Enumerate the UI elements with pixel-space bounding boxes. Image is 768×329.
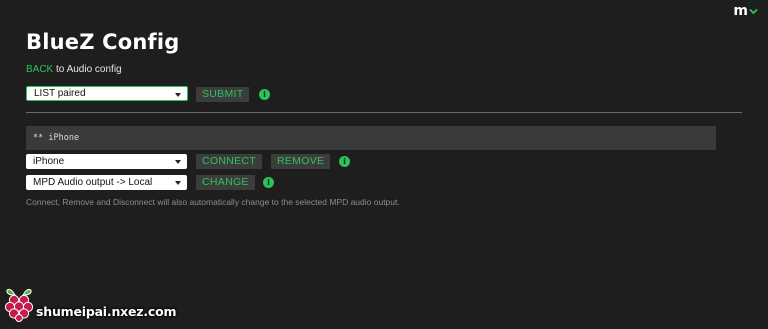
back-link[interactable]: BACK: [26, 64, 53, 75]
back-link-suffix: to Audio config: [53, 64, 122, 75]
app-logo[interactable]: m: [733, 4, 758, 18]
device-header: ** iPhone: [26, 126, 716, 150]
audio-output-select-value: MPD Audio output -> Local: [33, 177, 153, 188]
help-text: Connect, Remove and Disconnect will also…: [26, 197, 400, 207]
watermark-text: shumeipai.nxez.com: [36, 303, 177, 319]
divider: [26, 112, 742, 113]
back-line: BACK to Audio config: [26, 64, 122, 75]
connect-button[interactable]: CONNECT: [196, 154, 263, 169]
chevron-down-icon: [749, 8, 758, 14]
audio-output-select[interactable]: MPD Audio output -> Local: [26, 175, 187, 190]
submit-button[interactable]: SUBMIT: [196, 87, 250, 102]
select-caret-icon: [175, 181, 181, 185]
list-action-select-value: LIST paired: [34, 88, 86, 99]
remove-button[interactable]: REMOVE: [271, 154, 331, 169]
list-action-select[interactable]: LIST paired: [26, 86, 188, 101]
raspberry-pi-icon: [4, 288, 34, 322]
device-select[interactable]: iPhone: [26, 154, 187, 169]
info-icon[interactable]: i: [339, 156, 350, 167]
select-caret-icon: [175, 93, 181, 97]
change-button[interactable]: CHANGE: [196, 175, 255, 190]
watermark: shumeipai.nxez.com: [4, 286, 177, 322]
select-caret-icon: [175, 160, 181, 164]
device-select-value: iPhone: [33, 156, 65, 167]
info-icon[interactable]: i: [263, 177, 274, 188]
info-icon[interactable]: i: [259, 89, 270, 100]
page-title: BlueZ Config: [26, 30, 180, 54]
logo-letter: m: [733, 3, 748, 19]
